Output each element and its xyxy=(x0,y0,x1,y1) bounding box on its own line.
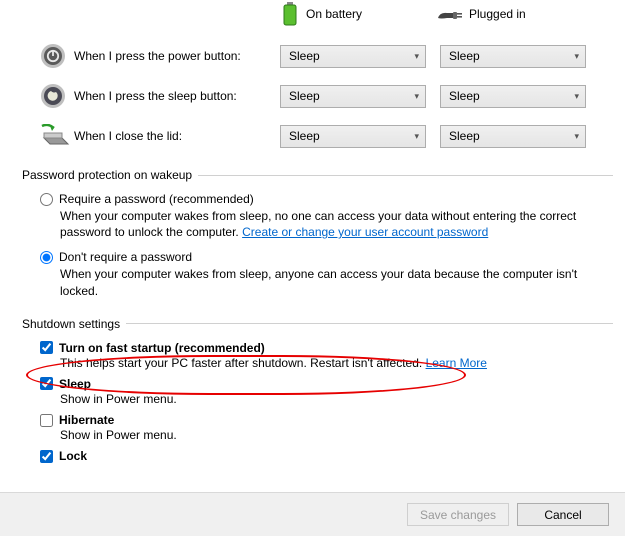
chevron-down-icon: ▾ xyxy=(414,91,419,102)
row-power-button: When I press the power button: Sleep ▾ S… xyxy=(0,36,625,76)
create-password-link[interactable]: Create or change your user account passw… xyxy=(242,225,488,239)
laptop-lid-icon xyxy=(40,124,70,148)
save-changes-button[interactable]: Save changes xyxy=(407,503,509,526)
lock-checkbox-label[interactable]: Lock xyxy=(59,449,87,463)
row-sleep-button: When I press the sleep button: Sleep ▾ S… xyxy=(0,76,625,116)
power-button-icon xyxy=(40,43,66,69)
sleep-button-icon xyxy=(40,83,66,109)
learn-more-link[interactable]: Learn More xyxy=(426,356,487,370)
dont-require-password-label[interactable]: Don't require a password xyxy=(59,250,192,264)
close-lid-battery-select[interactable]: Sleep ▾ xyxy=(280,125,426,148)
chevron-down-icon: ▾ xyxy=(414,131,419,142)
cancel-button[interactable]: Cancel xyxy=(517,503,609,526)
sleep-button-battery-select[interactable]: Sleep ▾ xyxy=(280,85,426,108)
footer-bar: Save changes Cancel xyxy=(0,492,625,536)
chevron-down-icon: ▾ xyxy=(574,131,579,142)
battery-label: On battery xyxy=(306,7,362,21)
battery-header: On battery xyxy=(280,2,435,26)
lock-checkbox[interactable] xyxy=(40,450,53,463)
close-lid-plugged-select[interactable]: Sleep ▾ xyxy=(440,125,586,148)
sleep-checkbox-label[interactable]: Sleep xyxy=(59,377,91,391)
column-headers: On battery Plugged in xyxy=(0,0,625,26)
power-button-battery-select[interactable]: Sleep ▾ xyxy=(280,45,426,68)
hibernate-checkbox-label[interactable]: Hibernate xyxy=(59,413,114,427)
dont-require-password-radio[interactable] xyxy=(40,251,53,264)
sleep-checkbox[interactable] xyxy=(40,377,53,390)
sleep-button-plugged-select[interactable]: Sleep ▾ xyxy=(440,85,586,108)
plugged-header: Plugged in xyxy=(435,2,590,26)
plug-icon xyxy=(435,4,463,24)
require-password-desc: When your computer wakes from sleep, no … xyxy=(40,206,580,240)
require-password-label[interactable]: Require a password (recommended) xyxy=(59,192,254,206)
dont-require-password-desc: When your computer wakes from sleep, any… xyxy=(40,264,580,298)
close-lid-label: When I close the lid: xyxy=(74,129,280,143)
password-section-title: Password protection on wakeup xyxy=(0,168,625,182)
chevron-down-icon: ▾ xyxy=(414,51,419,62)
battery-icon xyxy=(280,2,300,26)
chevron-down-icon: ▾ xyxy=(574,91,579,102)
row-close-lid: When I close the lid: Sleep ▾ Sleep ▾ xyxy=(0,116,625,156)
power-button-plugged-select[interactable]: Sleep ▾ xyxy=(440,45,586,68)
fast-startup-desc: This helps start your PC faster after sh… xyxy=(40,355,595,371)
sleep-checkbox-desc: Show in Power menu. xyxy=(40,391,595,407)
power-button-label: When I press the power button: xyxy=(74,49,280,63)
hibernate-checkbox-desc: Show in Power menu. xyxy=(40,427,595,443)
hibernate-checkbox[interactable] xyxy=(40,414,53,427)
fast-startup-label[interactable]: Turn on fast startup (recommended) xyxy=(59,341,265,355)
chevron-down-icon: ▾ xyxy=(574,51,579,62)
require-password-radio[interactable] xyxy=(40,193,53,206)
fast-startup-checkbox[interactable] xyxy=(40,341,53,354)
shutdown-section-title: Shutdown settings xyxy=(0,317,625,331)
sleep-button-label: When I press the sleep button: xyxy=(74,89,280,103)
plugged-label: Plugged in xyxy=(469,7,526,21)
